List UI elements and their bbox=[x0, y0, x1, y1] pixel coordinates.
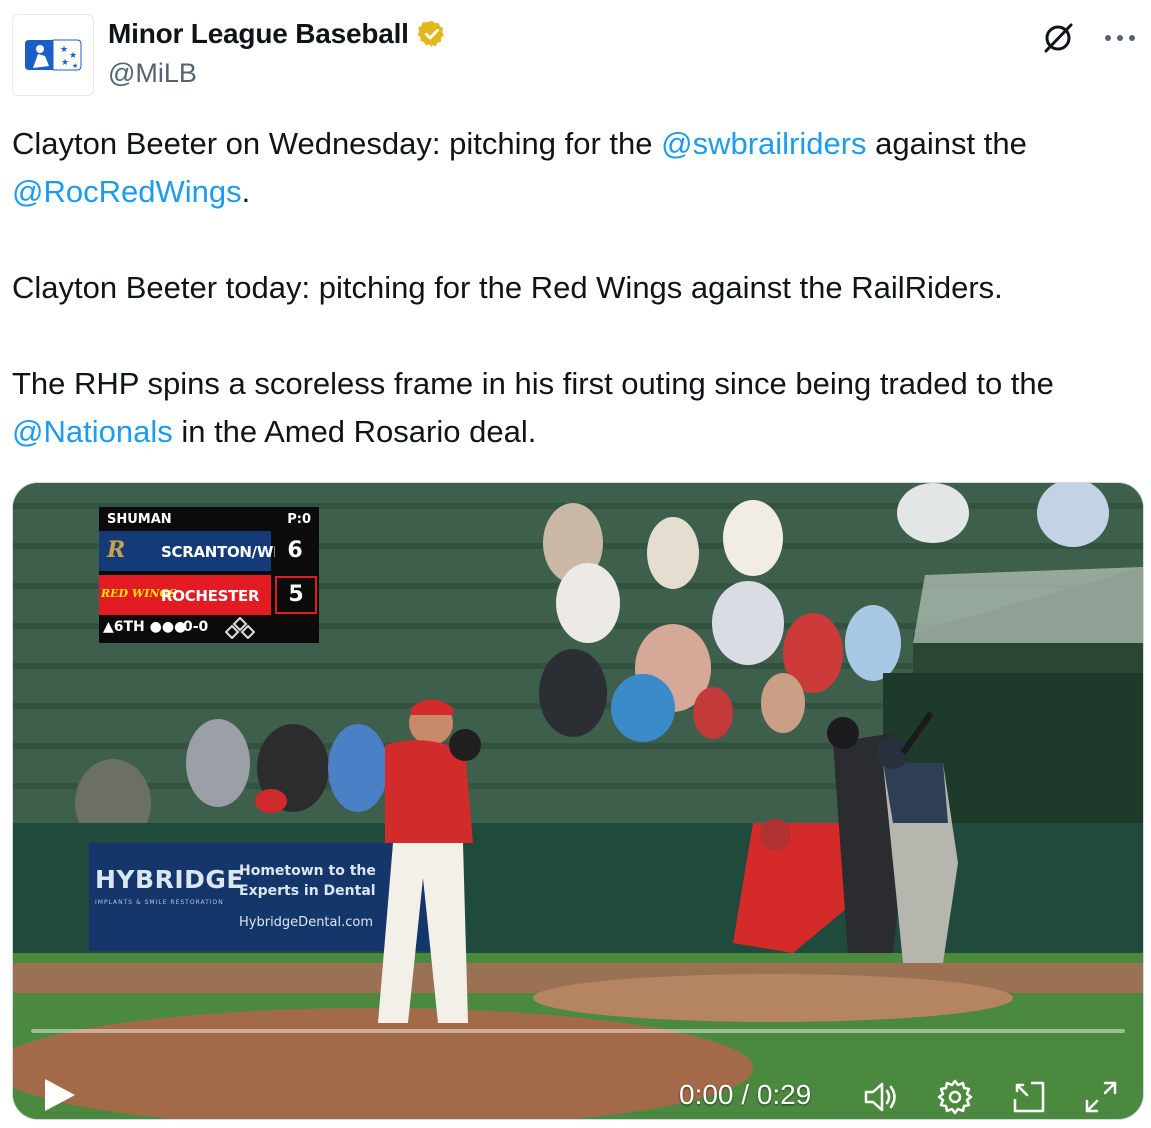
ad-subtitle: IMPLANTS & SMILE RESTORATION bbox=[95, 899, 224, 906]
tweet-paragraph-2: Clayton Beeter today: pitching for the R… bbox=[12, 270, 1003, 305]
scorebug-team1-name: SCRANTON/WB bbox=[161, 543, 285, 561]
outfield-ad: HYBRIDGE IMPLANTS & SMILE RESTORATION Ho… bbox=[91, 853, 391, 945]
video-player[interactable]: SHUMAN P:0 R SCRANTON/WB 6 RED WINGS ROC… bbox=[12, 482, 1144, 1120]
tweet-text-segment: The RHP spins a scoreless frame in his f… bbox=[12, 366, 1054, 401]
video-progress-bar[interactable] bbox=[31, 1029, 1125, 1033]
tweet-header: ★ ★ ★ ★ Minor League Baseball @MiLB bbox=[12, 12, 1140, 96]
more-options-icon[interactable] bbox=[1100, 18, 1140, 58]
bases-diamond-icon bbox=[225, 617, 255, 639]
volume-icon[interactable] bbox=[861, 1077, 901, 1117]
author-handle[interactable]: @MiLB bbox=[108, 58, 197, 89]
author-avatar[interactable]: ★ ★ ★ ★ bbox=[12, 14, 94, 96]
mention-nationals[interactable]: @Nationals bbox=[12, 414, 173, 449]
mention-rocredwings[interactable]: @RocRedWings bbox=[12, 174, 242, 209]
scorebug-header: SHUMAN P:0 bbox=[99, 507, 319, 531]
mention-swbrailriders[interactable]: @swbrailriders bbox=[661, 126, 866, 161]
picture-in-picture-icon[interactable] bbox=[1009, 1077, 1049, 1117]
tweet-paragraph-1: Clayton Beeter on Wednesday: pitching fo… bbox=[12, 120, 1140, 216]
tweet-top-actions bbox=[1038, 18, 1140, 58]
ad-line-2: Experts in Dental bbox=[239, 883, 376, 899]
fullscreen-icon[interactable] bbox=[1081, 1077, 1121, 1117]
author-display-name[interactable]: Minor League Baseball bbox=[108, 18, 409, 50]
tweet-text-segment: in the Amed Rosario deal. bbox=[172, 414, 537, 449]
ad-line-1: Hometown to the bbox=[239, 863, 376, 879]
verified-badge-icon[interactable] bbox=[417, 19, 447, 49]
tweet-text-segment: Clayton Beeter on Wednesday: pitching fo… bbox=[12, 126, 662, 161]
scorebug-team-home: RED WINGS ROCHESTER bbox=[99, 575, 271, 615]
scorebug-team-away: R SCRANTON/WB bbox=[99, 531, 285, 571]
scorebug-team1-score: 6 bbox=[275, 532, 315, 570]
svg-text:★: ★ bbox=[69, 51, 77, 61]
svg-text:★: ★ bbox=[72, 62, 78, 70]
tweet-paragraph-3: The RHP spins a scoreless frame in his f… bbox=[12, 360, 1140, 456]
tweet-text: Clayton Beeter on Wednesday: pitching fo… bbox=[12, 120, 1140, 456]
ad-line-3: HybridgeDental.com bbox=[239, 915, 373, 930]
grok-icon[interactable] bbox=[1038, 18, 1078, 58]
scorebug: SHUMAN P:0 R SCRANTON/WB 6 RED WINGS ROC… bbox=[99, 507, 319, 643]
scorebug-team2-name: ROCHESTER bbox=[161, 587, 260, 605]
scorebug-team2-score: 5 bbox=[275, 576, 317, 614]
video-time: 0:00 / 0:29 bbox=[679, 1079, 812, 1110]
milb-logo-icon: ★ ★ ★ ★ bbox=[23, 36, 83, 74]
svg-text:★: ★ bbox=[61, 58, 69, 68]
scorebug-inning: ▲6TH ●●● bbox=[103, 619, 187, 635]
scorebug-pitcher: SHUMAN bbox=[107, 512, 172, 527]
tweet-text-segment: against the bbox=[866, 126, 1027, 161]
scorebug-pitch-count: P:0 bbox=[287, 512, 311, 527]
ad-brand: HYBRIDGE bbox=[95, 865, 244, 894]
settings-gear-icon[interactable] bbox=[935, 1077, 975, 1117]
tweet-text-segment: . bbox=[241, 174, 251, 209]
railriders-logo: R bbox=[107, 537, 126, 563]
svg-text:★: ★ bbox=[60, 45, 68, 55]
author-name-row: Minor League Baseball bbox=[108, 18, 447, 50]
video-controls: 0:00 / 0:29 bbox=[13, 1009, 1143, 1119]
scorebug-count: 0-0 bbox=[183, 619, 209, 635]
play-icon[interactable] bbox=[39, 1075, 79, 1115]
